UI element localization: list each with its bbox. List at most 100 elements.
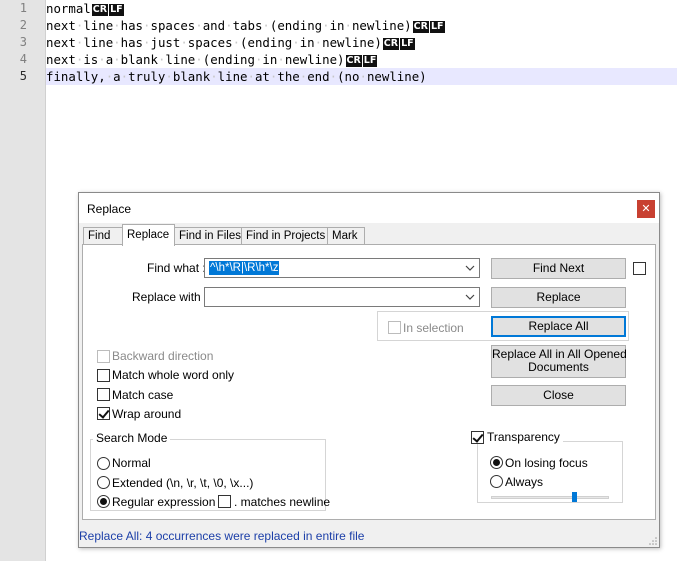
tab-find[interactable]: Find [83,227,123,245]
transparency-always-radio[interactable] [490,475,503,488]
line-text: finally,·a·truly·blank·line·at·the·end·(… [46,69,427,84]
transparency-title: Transparency [484,430,563,444]
whitespace-dot: · [314,35,323,50]
eol-marker-cr: CR [345,55,362,67]
whitespace-dot: · [180,35,188,50]
wrap-around-checkbox[interactable] [97,407,110,420]
whitespace-dot: · [299,69,308,84]
search-mode-extended-label: Extended (\n, \r, \t, \0, \x...) [112,476,254,490]
close-button[interactable]: Close [491,385,626,406]
find-next-button[interactable]: Find Next [491,258,626,279]
replace-all-opened-line2: Documents [528,360,589,374]
find-what-combo[interactable]: ^\h*\R|\R\h*\z [204,258,480,278]
transparency-on-losing-focus-label: On losing focus [505,456,588,470]
whitespace-dot: · [232,35,241,50]
whitespace-dot: · [113,35,121,50]
line-text: next·line·has·just·spaces·(ending·in·new… [46,35,382,50]
search-mode-normal-label: Normal [112,456,151,470]
eol-marker-lf: LF [109,4,124,16]
search-mode-regex-radio[interactable] [97,495,110,508]
tab-find-in-files[interactable]: Find in Files [174,227,242,245]
code-area[interactable]: normal CR LF next·line·has·spaces·and·tabs… [46,0,677,85]
whitespace-dot: · [329,69,338,84]
whitespace-dot: · [254,52,263,67]
whitespace-dot: · [344,18,352,33]
transparency-on-losing-focus-radio[interactable] [490,456,503,469]
transparency-always-label: Always [505,475,544,489]
replace-all-button[interactable]: Replace All [491,316,626,337]
eol-marker-lf: LF [362,55,378,67]
backward-direction-checkbox[interactable] [97,350,110,363]
replace-with-label: Replace with : [132,290,208,304]
matches-newline-checkbox[interactable] [218,495,231,508]
tab-replace[interactable]: Replace [122,224,175,246]
replace-dialog: Replace ✕ Find Replace Find in Files Fin… [78,192,660,548]
whitespace-dot: · [225,18,233,33]
whitespace-dot: · [157,52,166,67]
transparency-slider-thumb[interactable] [571,492,577,502]
whitespace-dot: · [75,35,84,50]
search-mode-title: Search Mode [93,431,171,445]
match-case-checkbox[interactable] [97,388,110,401]
whitespace-dot: · [75,52,84,67]
code-line[interactable]: next·line·has·spaces·and·tabs·(ending·in… [46,17,677,34]
line-text: normal [46,1,91,16]
dialog-title-bar[interactable]: Replace ✕ [79,193,659,223]
transparency-slider-track[interactable] [491,496,609,499]
code-line[interactable]: next·is·a·blank·line·(ending·in·newline)… [46,51,677,68]
transparency-group [477,441,623,503]
whitespace-dot: · [105,69,114,84]
line-text: next·is·a·blank·line·(ending·in·newline) [46,52,345,67]
tab-mark[interactable]: Mark [327,227,365,245]
transparency-checkbox[interactable] [471,431,484,444]
matches-newline-label: . matches newline [234,495,331,509]
whitespace-dot: · [120,69,129,84]
code-line[interactable]: normal CR LF [46,0,677,17]
eol-marker-cr: CR [382,38,400,50]
close-icon[interactable]: ✕ [637,200,655,218]
code-line-current[interactable]: finally,·a·truly·blank·line·at·the·end·(… [46,68,677,85]
line-numbers: 1 2 3 4 5 [0,0,45,85]
status-message: Replace All: 4 occurrences were replaced… [79,529,365,543]
match-case-label: Match case [112,388,174,402]
line-text: next·line·has·spaces·and·tabs·(ending·in… [46,18,412,33]
find-what-label: Find what : [147,261,206,275]
backward-direction-label: Backward direction [112,349,214,363]
whitespace-dot: · [75,18,84,33]
replace-with-combo[interactable] [204,287,480,307]
match-whole-word-checkbox[interactable] [97,369,110,382]
whitespace-dot: · [359,69,367,84]
replace-all-in-opened-button[interactable]: Replace All in All Opened Documents [491,345,627,378]
code-line[interactable]: next·line·has·just·spaces·(ending·in·new… [46,34,677,51]
match-whole-word-label: Match whole word only [112,368,235,382]
transparency-pin-checkbox[interactable] [633,262,646,275]
in-selection-label: In selection [403,321,464,335]
search-mode-extended-radio[interactable] [97,476,110,489]
search-mode-regex-label: Regular expression [112,495,216,509]
dialog-title: Replace [87,202,132,216]
whitespace-dot: · [210,69,218,84]
chevron-down-icon[interactable] [465,292,475,302]
whitespace-dot: · [269,69,278,84]
tab-find-in-projects[interactable]: Find in Projects [241,227,328,245]
wrap-around-label: Wrap around [112,407,182,421]
replace-button[interactable]: Replace [491,287,626,308]
find-what-input[interactable]: ^\h*\R|\R\h*\z [209,261,280,275]
whitespace-dot: · [113,52,121,67]
chevron-down-icon[interactable] [465,263,475,273]
whitespace-dot: · [247,69,255,84]
whitespace-dot: · [143,35,151,50]
whitespace-dot: · [292,35,300,50]
search-mode-normal-radio[interactable] [97,457,110,470]
line-number: 2 [19,18,27,32]
eol-marker-cr: CR [412,21,429,33]
resize-grip-icon[interactable] [649,537,657,545]
whitespace-dot: · [322,18,330,33]
whitespace-dot: · [195,52,203,67]
line-number: 5 [19,69,27,83]
eol-marker-cr: CR [91,4,109,16]
replace-tab-panel: Find what : ^\h*\R|\R\h*\z Replace with … [82,244,656,520]
line-number: 1 [19,1,27,15]
whitespace-dot: · [165,69,173,84]
in-selection-checkbox[interactable] [388,321,401,334]
